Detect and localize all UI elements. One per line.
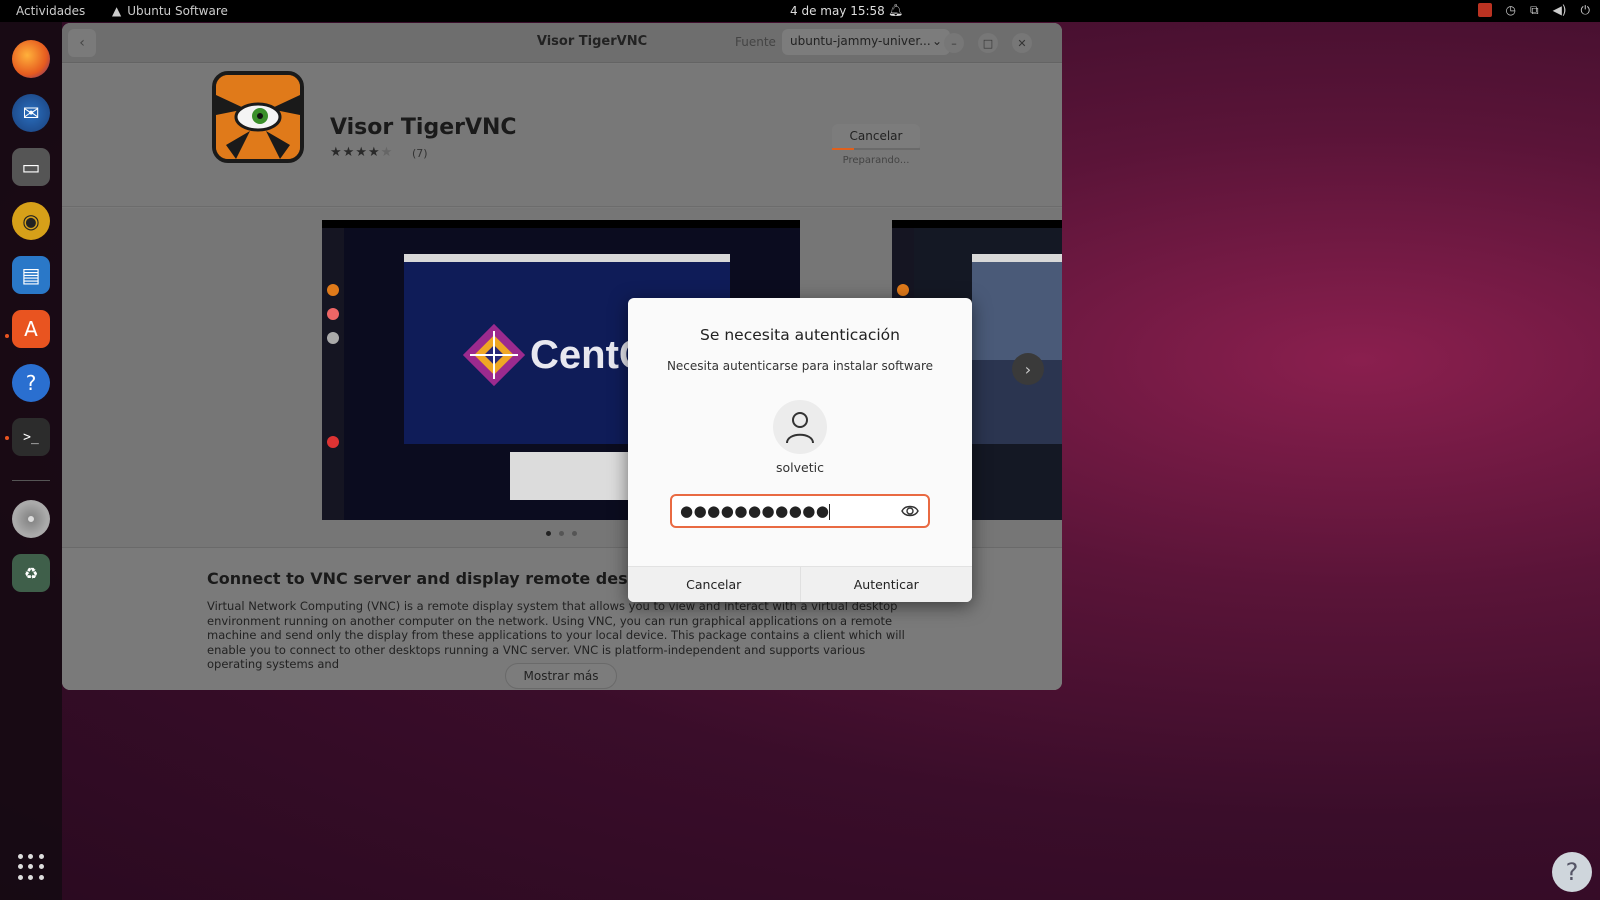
maximize-button[interactable]: □ xyxy=(978,33,998,53)
text-cursor xyxy=(829,503,831,520)
system-tray[interactable]: ◷ ⧉ ◀) ⏻ xyxy=(1477,3,1591,18)
chevron-down-icon: ⌄ xyxy=(931,34,942,48)
next-screenshot-button[interactable]: › xyxy=(1012,353,1044,385)
cancel-button[interactable]: Cancelar xyxy=(628,567,800,602)
page-dot[interactable] xyxy=(546,531,551,536)
dvd-icon[interactable] xyxy=(12,500,50,538)
star-icon: ★ xyxy=(355,145,368,160)
description-title: Connect to VNC server and display remote… xyxy=(207,569,669,588)
dock-separator xyxy=(12,480,50,481)
tigervnc-app-icon xyxy=(212,71,304,163)
username: solvetic xyxy=(776,460,824,475)
activities-button[interactable]: Actividades xyxy=(16,4,85,18)
writer-icon[interactable]: ▤ xyxy=(12,256,50,294)
close-icon: ✕ xyxy=(1017,36,1027,50)
show-password-icon[interactable] xyxy=(901,502,919,520)
progress-fill xyxy=(832,148,854,150)
dialog-subtitle: Necesita autenticarse para instalar soft… xyxy=(666,359,934,373)
star-icon: ★ xyxy=(330,145,343,160)
title-bar: ‹ Visor TigerVNC Fuente ubuntu-jammy-uni… xyxy=(62,23,1062,63)
app-menu-label: Ubuntu Software xyxy=(127,4,228,18)
show-apps-button[interactable] xyxy=(18,854,45,881)
user-icon xyxy=(786,412,814,444)
chevron-right-icon: › xyxy=(1024,359,1032,379)
password-mask: ●●●●●●●●●●● xyxy=(680,502,830,520)
clock[interactable]: 4 de may 15:58 xyxy=(790,4,885,18)
page-dot[interactable] xyxy=(559,531,564,536)
dialog-buttons: Cancelar Autenticar xyxy=(628,566,972,602)
app-name: Visor TigerVNC xyxy=(330,115,517,140)
app-menu[interactable]: ▲ Ubuntu Software xyxy=(112,4,228,18)
rhythmbox-icon[interactable]: ◉ xyxy=(12,202,50,240)
terminal-icon[interactable]: >_ xyxy=(12,418,50,456)
files-icon[interactable]: ▭ xyxy=(12,148,50,186)
close-button[interactable]: ✕ xyxy=(1012,33,1032,53)
question-icon: ? xyxy=(1565,858,1579,886)
maximize-icon: □ xyxy=(982,36,994,50)
software-icon: ▲ xyxy=(112,4,122,18)
star-icon: ★ xyxy=(380,145,394,160)
dialog-title: Se necesita autenticación xyxy=(700,326,900,344)
install-status: Preparando... xyxy=(842,155,910,166)
half-star-icon: ★ xyxy=(367,145,381,160)
window-title: Visor TigerVNC xyxy=(536,34,648,49)
running-indicator xyxy=(5,334,9,338)
help-icon[interactable]: ? xyxy=(12,364,50,402)
watermark-logo: ? xyxy=(1552,852,1592,892)
source-value: ubuntu-jammy-univer... xyxy=(790,34,931,48)
trash-icon[interactable]: ♻ xyxy=(12,554,50,592)
cancel-install-button[interactable]: Cancelar xyxy=(832,124,920,150)
notification-icon[interactable]: 🔔︎ xyxy=(888,3,903,17)
thunderbird-icon[interactable]: ✉ xyxy=(12,94,50,132)
show-more-button[interactable]: Mostrar más xyxy=(505,663,617,689)
firefox-icon[interactable] xyxy=(12,40,50,78)
source-label: Fuente xyxy=(735,35,776,49)
running-indicator xyxy=(5,436,9,440)
chevron-left-icon: ‹ xyxy=(79,35,85,51)
gallery-pager xyxy=(546,531,577,536)
software-icon[interactable]: A xyxy=(12,310,50,348)
minimize-button[interactable]: – xyxy=(944,33,964,53)
network-icon: ⧉ xyxy=(1530,3,1539,17)
minimize-icon: – xyxy=(951,36,957,50)
back-button[interactable]: ‹ xyxy=(68,29,96,57)
star-icon: ★ xyxy=(342,145,356,160)
power-icon: ⏻ xyxy=(1580,3,1591,17)
rating-count: (7) xyxy=(412,147,428,160)
updates-icon: ◷ xyxy=(1505,3,1516,17)
top-bar: Actividades ▲ Ubuntu Software 4 de may 1… xyxy=(0,0,1600,22)
authenticate-button[interactable]: Autenticar xyxy=(799,567,972,602)
description-body: Virtual Network Computing (VNC) is a rem… xyxy=(207,599,905,671)
auth-dialog: Se necesita autenticación Necesita auten… xyxy=(628,298,972,602)
avatar xyxy=(773,400,827,454)
install-progress-bar xyxy=(832,148,920,150)
source-dropdown[interactable]: ubuntu-jammy-univer... ⌄ xyxy=(782,29,950,55)
dock: ✉ ▭ ◉ ▤ A ? >_ ♻ xyxy=(0,22,62,900)
page-dot[interactable] xyxy=(572,531,577,536)
recording-icon xyxy=(1477,3,1492,17)
volume-icon: ◀) xyxy=(1552,3,1567,17)
star-rating: ★★★★★ xyxy=(330,145,393,160)
password-input[interactable]: ●●●●●●●●●●● xyxy=(670,494,930,528)
tiger-logo-icon xyxy=(216,75,300,159)
